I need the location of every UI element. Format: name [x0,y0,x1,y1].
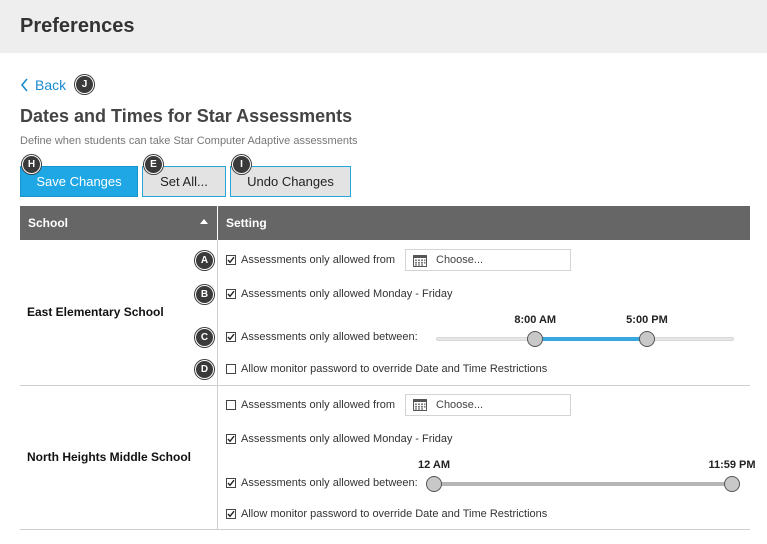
slider-range-fill [535,337,647,341]
slider-start-handle[interactable] [527,331,544,347]
back-label: Back [35,77,67,93]
override-checkbox[interactable] [226,364,236,374]
time-restriction-row: Assessments only allowed between: [226,329,418,345]
time-restriction-row: Assessments only allowed between: [226,475,418,491]
table-row: East Elementary School Assessments only … [20,240,750,386]
checkmark-icon [227,290,235,298]
override-label: Allow monitor password to override Date … [241,507,548,520]
checkmark-icon [227,256,235,264]
table-row: North Heights Middle School Assessments … [20,385,756,530]
callout-j: J [75,75,94,94]
callout-h: H [22,155,41,174]
override-label: Allow monitor password to override Date … [241,363,548,375]
slider-start-time-label: 12 AM [418,458,450,471]
checkmark-icon [227,435,235,442]
slider-start-handle[interactable] [426,475,442,492]
time-restriction-checkbox[interactable] [226,332,236,342]
callout-c: C [195,328,214,347]
date-picker-placeholder: Choose... [436,398,484,411]
column-header-setting-label: Setting [226,216,267,230]
date-range-picker[interactable]: Choose... [405,249,571,271]
date-restriction-label: Assessments only allowed from [241,254,396,266]
school-name: North Heights Middle School [20,385,218,530]
chevron-left-icon [20,78,28,92]
weekday-restriction-checkbox[interactable] [226,289,236,299]
date-restriction-row: Assessments only allowed from [226,397,395,413]
date-restriction-checkbox[interactable] [226,399,236,410]
school-settings-table: School Setting East Elementary School As… [20,206,756,530]
settings-cell: Assessments only allowed from Choose... … [217,240,750,386]
column-header-school-label: School [28,216,69,230]
time-restriction-checkbox[interactable] [226,477,236,488]
column-header-school[interactable]: School [20,206,218,240]
app-title: Preferences [20,15,135,37]
override-checkbox[interactable] [226,508,236,519]
school-name: East Elementary School [20,240,218,386]
checkmark-icon [227,333,235,341]
slider-range-fill [434,481,732,486]
override-row: Allow monitor password to override Date … [226,361,547,377]
date-range-picker[interactable]: Choose... [405,393,571,416]
override-row: Allow monitor password to override Date … [226,506,547,522]
callout-b: B [195,285,214,304]
checkmark-icon [227,479,235,486]
column-header-setting: Setting [217,206,750,240]
slider-end-time-label: 11:59 PM [708,458,756,471]
callout-d: D [195,360,214,379]
settings-cell: Assessments only allowed from Choose... … [217,385,756,530]
page-subtitle: Define when students can take Star Compu… [20,135,358,147]
time-restriction-label: Assessments only allowed between: [241,331,418,343]
callout-a: A [195,251,214,270]
calendar-icon [413,254,427,267]
slider-end-handle[interactable] [638,331,655,347]
weekday-restriction-label: Assessments only allowed Monday - Friday [241,288,453,300]
page-title: Dates and Times for Star Assessments [20,106,353,126]
table-header-row: School Setting [20,206,750,240]
date-restriction-row: Assessments only allowed from [226,252,395,268]
weekday-restriction-row: Assessments only allowed Monday - Friday [226,286,453,302]
slider-end-handle[interactable] [724,475,740,492]
weekday-restriction-label: Assessments only allowed Monday - Friday [241,432,453,445]
time-restriction-label: Assessments only allowed between: [241,476,418,489]
slider-end-time-label: 5:00 PM [626,314,668,326]
callout-i: I [232,155,251,174]
top-bar: Preferences [0,0,767,53]
checkmark-icon [227,510,235,517]
slider-start-time-label: 8:00 AM [514,314,557,326]
calendar-icon [413,398,427,411]
date-restriction-checkbox[interactable] [226,255,236,265]
date-picker-placeholder: Choose... [436,254,484,266]
callout-e: E [144,155,163,174]
weekday-restriction-row: Assessments only allowed Monday - Friday [226,431,453,447]
back-link[interactable]: Back [20,76,66,94]
sort-ascending-icon[interactable] [200,219,208,224]
weekday-restriction-checkbox[interactable] [226,433,236,444]
date-restriction-label: Assessments only allowed from [241,398,396,411]
